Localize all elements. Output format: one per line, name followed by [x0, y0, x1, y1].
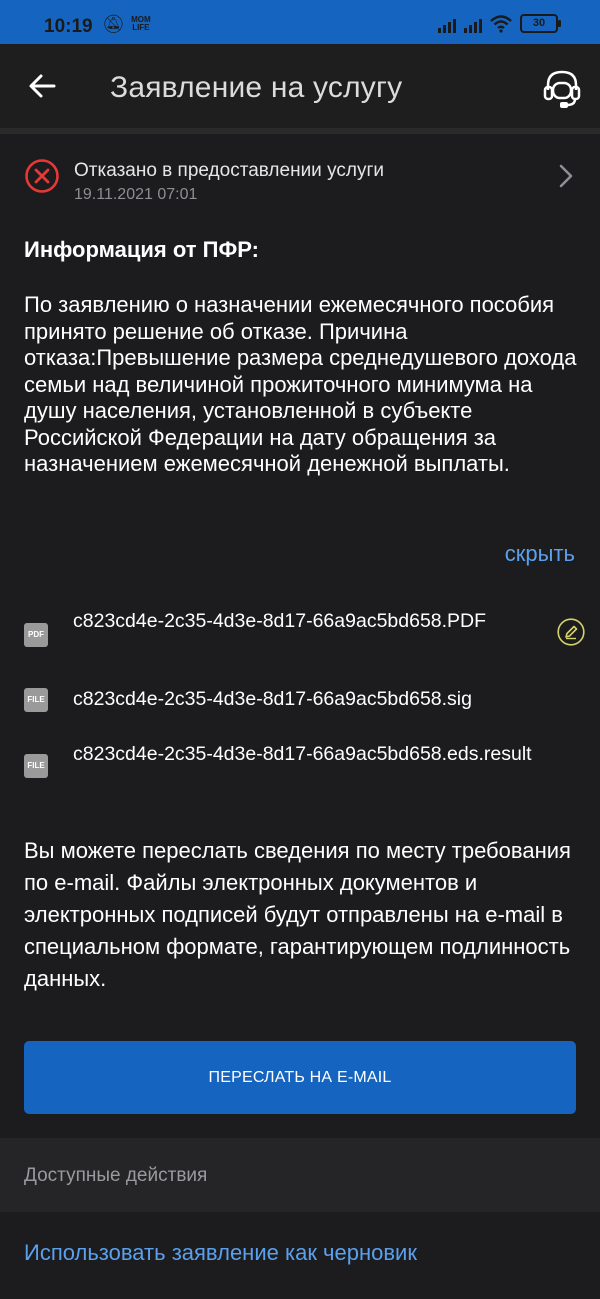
pen-icon[interactable] — [557, 618, 585, 646]
header-divider — [0, 128, 600, 134]
notification-icons: 🔕︎ MOM LIFE — [102, 15, 151, 33]
actions-title: Доступные действия — [24, 1165, 208, 1186]
x-circle-icon — [25, 159, 59, 193]
file-name: c823cd4e-2c35-4d3e-8d17-66a9ac5bd658.eds… — [73, 743, 532, 765]
info-heading: Информация от ПФР: — [24, 237, 259, 262]
hide-link[interactable]: скрыть — [505, 541, 575, 567]
use-as-draft-link[interactable]: Использовать заявление как черновик — [24, 1240, 417, 1266]
chevron-right-icon — [559, 164, 573, 188]
actions-section: Доступные действия — [0, 1138, 600, 1212]
system-icons: 30 — [438, 14, 561, 33]
forward-email-button[interactable]: ПЕРЕСЛАТЬ НА E-MAIL — [24, 1041, 576, 1114]
file-item[interactable]: FILE c823cd4e-2c35-4d3e-8d17-66a9ac5bd65… — [0, 741, 600, 797]
application-status-row[interactable]: Отказано в предоставлении услуги 19.11.2… — [0, 150, 600, 210]
file-name: c823cd4e-2c35-4d3e-8d17-66a9ac5bd658.sig — [73, 688, 472, 710]
carrier-badge: MOM LIFE — [131, 15, 151, 32]
info-text: По заявлению о назначении ежемесячного п… — [24, 292, 577, 476]
headset-icon[interactable] — [540, 66, 584, 110]
file-item[interactable]: PDF c823cd4e-2c35-4d3e-8d17-66a9ac5bd658… — [0, 608, 600, 664]
file-name: c823cd4e-2c35-4d3e-8d17-66a9ac5bd658.PDF — [73, 610, 487, 632]
status-time: 10:19 — [44, 16, 93, 37]
file-icon: FILE — [24, 754, 48, 778]
signal-icon — [438, 15, 456, 33]
page-title: Заявление на услугу — [110, 71, 403, 104]
status-date: 19.11.2021 07:01 — [74, 186, 198, 203]
signal-icon-2 — [464, 15, 482, 33]
status-bar: 10:19 🔕︎ MOM LIFE 30 — [0, 0, 600, 44]
forward-note: Вы можете переслать сведения по месту тр… — [24, 838, 571, 991]
file-icon: FILE — [24, 688, 48, 712]
wifi-icon — [490, 14, 512, 33]
file-item[interactable]: FILE c823cd4e-2c35-4d3e-8d17-66a9ac5bd65… — [0, 686, 600, 716]
arrow-left-icon[interactable] — [24, 69, 64, 103]
pdf-file-icon: PDF — [24, 623, 48, 647]
app-header: Заявление на услугу — [0, 44, 600, 128]
status-title: Отказано в предоставлении услуги — [74, 160, 384, 181]
battery-icon: 30 — [520, 14, 561, 33]
bell-off-icon: 🔕︎ — [102, 14, 125, 34]
